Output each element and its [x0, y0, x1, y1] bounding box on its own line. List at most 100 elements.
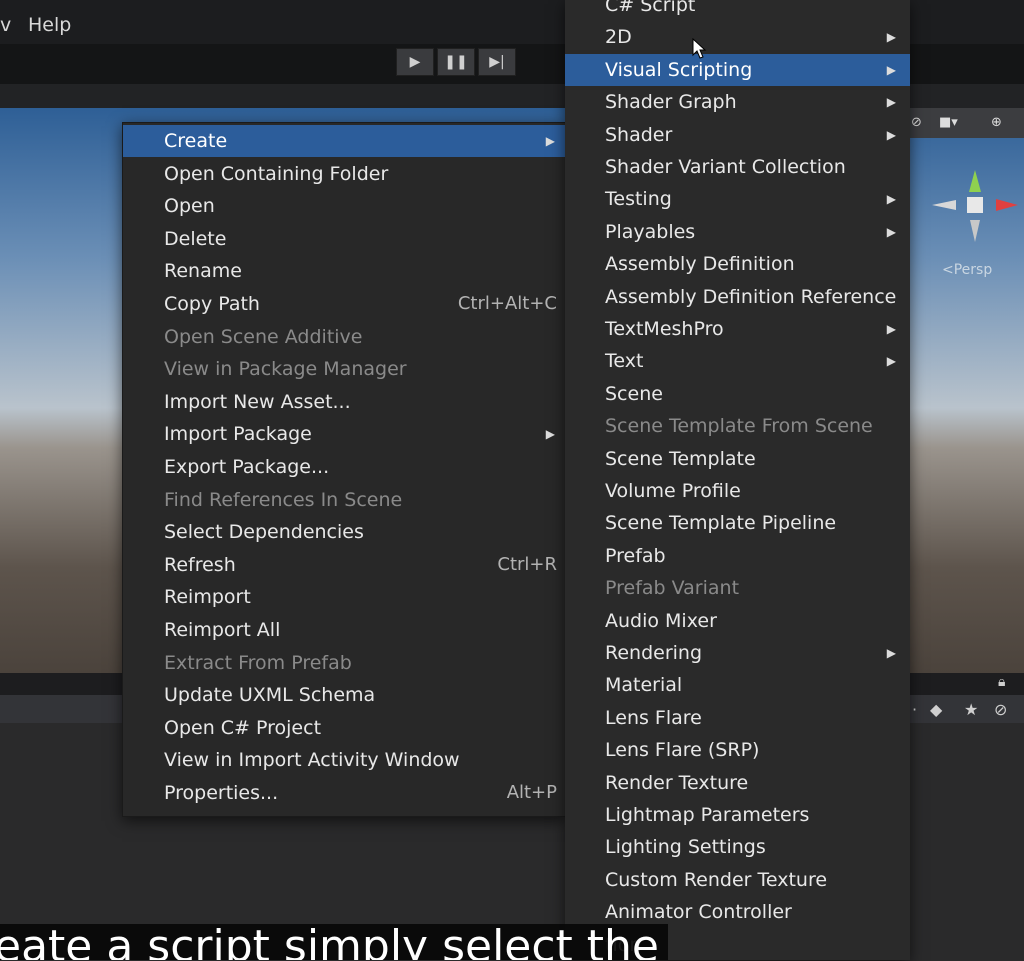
menu-item-label: Open Containing Folder [164, 162, 389, 185]
menu-item-label: Prefab [605, 544, 666, 567]
menu-item-reimport[interactable]: Reimport [123, 581, 565, 613]
menu-item-refresh[interactable]: Refresh Ctrl+R [123, 549, 565, 581]
menu-item-material[interactable]: Material [565, 669, 910, 701]
menu-item-assembly-definition[interactable]: Assembly Definition [565, 248, 910, 280]
orientation-gizmo[interactable] [930, 160, 1020, 250]
menu-item-label: Open Scene Additive [164, 325, 363, 348]
menu-item-rendering[interactable]: Rendering ▶ [565, 637, 910, 669]
menu-item-prefab[interactable]: Prefab [565, 540, 910, 572]
menu-item-label: Open C# Project [164, 716, 322, 739]
create-submenu: C# Script 2D ▶ Visual Scripting ▶ Shader Grap… [565, 0, 910, 960]
submenu-arrow-icon: ▶ [886, 354, 896, 369]
menu-item-label: Reimport [164, 586, 251, 609]
menu-item-label: View in Import Activity Window [164, 749, 460, 772]
menu-help[interactable]: Help [28, 14, 71, 36]
menu-item-properties[interactable]: Properties... Alt+P [123, 777, 565, 809]
scene-toolbar: ⊘ ■▾ ⊕ [905, 108, 1024, 138]
menu-item-label: C# Script [605, 0, 696, 16]
menu-item-volume-profile[interactable]: Volume Profile [565, 475, 910, 507]
menu-item-open[interactable]: Open [123, 190, 565, 222]
menu-item-lens-flare[interactable]: Lens Flare [565, 702, 910, 734]
menu-item-prefab-variant: Prefab Variant [565, 572, 910, 604]
menu-item-shader-graph[interactable]: Shader Graph ▶ [565, 86, 910, 118]
submenu-arrow-icon: ▶ [886, 30, 896, 45]
tag-icon[interactable]: ◆ [930, 700, 942, 719]
menu-item-label: TextMeshPro [605, 318, 724, 340]
hidden-packages-icon[interactable]: ⊘ [994, 700, 1007, 719]
menu-item-audio-mixer[interactable]: Audio Mixer [565, 605, 910, 637]
menu-item-label: Testing [605, 188, 672, 211]
menu-item-lighting-settings[interactable]: Lighting Settings [565, 831, 910, 863]
menu-item-export-package[interactable]: Export Package... [123, 451, 565, 483]
menu-item-visual-scripting[interactable]: Visual Scripting ▶ [565, 53, 910, 86]
gizmo-neg-x-arrow [932, 200, 956, 210]
menu-item-label: Scene Template From Scene [605, 415, 873, 438]
menu-item-text[interactable]: Text ▶ [565, 345, 910, 377]
menu-item-c-script[interactable]: C# Script [565, 0, 910, 21]
submenu-arrow-icon: ▶ [545, 134, 555, 148]
menu-item-testing[interactable]: Testing ▶ [565, 183, 910, 215]
menu-item-label: Assembly Definition [605, 253, 795, 276]
video-caption: eate a script simply select the [0, 924, 668, 960]
menu-item-open-c-project[interactable]: Open C# Project [123, 712, 565, 744]
menu-item-label: Volume Profile [605, 480, 741, 502]
menu-item-import-new-asset[interactable]: Import New Asset... [123, 386, 565, 418]
menu-item-delete[interactable]: Delete [123, 223, 565, 255]
menu-item-label: Rename [164, 260, 242, 283]
menu-item-label: Reimport All [164, 619, 281, 641]
menu-item-rename[interactable]: Rename [123, 255, 565, 287]
menu-item-label: Find References In Scene [164, 488, 403, 511]
menu-item-shader[interactable]: Shader ▶ [565, 119, 910, 151]
menu-item-create[interactable]: Create ▶ [123, 125, 565, 157]
submenu-arrow-icon: ▶ [886, 95, 896, 110]
menu-item-label: Copy Path [164, 293, 260, 315]
menu-item-scene[interactable]: Scene [565, 378, 910, 410]
caption-text: eate a script simply select the [0, 924, 660, 960]
menu-item-custom-render-texture[interactable]: Custom Render Texture [565, 864, 910, 896]
menu-item-label: Custom Render Texture [605, 868, 828, 891]
menu-item-view-in-package-manager: View in Package Manager [123, 353, 565, 385]
menu-item-label: Text [605, 350, 644, 373]
favorite-star-icon[interactable]: ★ [964, 700, 978, 719]
menu-item-label: Scene Template Pipeline [605, 512, 837, 535]
menu-item-import-package[interactable]: Import Package ▶ [123, 418, 565, 450]
menu-window-partial[interactable]: v [0, 14, 11, 36]
menu-item-find-references-in-scene: Find References In Scene [123, 484, 565, 516]
menu-item-copy-path[interactable]: Copy Path Ctrl+Alt+C [123, 288, 565, 320]
menu-item-textmeshpro[interactable]: TextMeshPro ▶ [565, 313, 910, 345]
menu-item-2d[interactable]: 2D ▶ [565, 21, 910, 53]
gizmo-neg-y-arrow [970, 220, 980, 242]
menu-item-render-texture[interactable]: Render Texture [565, 767, 910, 799]
menu-item-view-in-import-activity-window[interactable]: View in Import Activity Window [123, 744, 565, 776]
menu-item-assembly-definition-reference[interactable]: Assembly Definition Reference [565, 281, 910, 313]
menu-item-shader-variant-collection[interactable]: Shader Variant Collection [565, 151, 910, 183]
menu-item-lightmap-parameters[interactable]: Lightmap Parameters [565, 799, 910, 831]
gizmo-y-arrow [969, 170, 981, 192]
menu-item-scene-template-pipeline[interactable]: Scene Template Pipeline [565, 507, 910, 539]
menu-item-scene-template-from-scene: Scene Template From Scene [565, 410, 910, 442]
menu-item-lens-flare-srp[interactable]: Lens Flare (SRP) [565, 734, 910, 766]
gizmo-toggle-icon[interactable]: ⊕ [991, 113, 1002, 133]
visibility-icon[interactable]: ⊘ [911, 113, 922, 133]
play-button[interactable]: ▶ [396, 48, 434, 76]
menu-item-shortcut: Ctrl+Alt+C [457, 293, 557, 314]
menu-item-select-dependencies[interactable]: Select Dependencies [123, 516, 565, 548]
lock-icon[interactable]: 🔒︎ [998, 674, 1005, 690]
menu-item-label: Prefab Variant [605, 577, 740, 600]
submenu-arrow-icon: ▶ [886, 224, 896, 239]
menu-item-open-containing-folder[interactable]: Open Containing Folder [123, 158, 565, 190]
pause-button[interactable]: ❚❚ [437, 48, 475, 76]
menu-item-label: Scene [605, 382, 663, 405]
menu-item-label: Properties... [164, 782, 279, 804]
menu-item-label: Import New Asset... [164, 390, 351, 413]
menu-item-playables[interactable]: Playables ▶ [565, 216, 910, 248]
menu-item-reimport-all[interactable]: Reimport All [123, 614, 565, 646]
projection-label[interactable]: <Persp [942, 262, 992, 278]
step-button[interactable]: ▶| [478, 48, 516, 76]
menu-item-update-uxml-schema[interactable]: Update UXML Schema [123, 679, 565, 711]
camera-dropdown-icon[interactable]: ■▾ [939, 113, 958, 133]
menu-item-label: Assembly Definition Reference [605, 285, 897, 308]
menu-item-scene-template[interactable]: Scene Template [565, 443, 910, 475]
menu-item-label: Export Package... [164, 456, 330, 478]
menu-item-shortcut: Ctrl+R [497, 553, 557, 575]
